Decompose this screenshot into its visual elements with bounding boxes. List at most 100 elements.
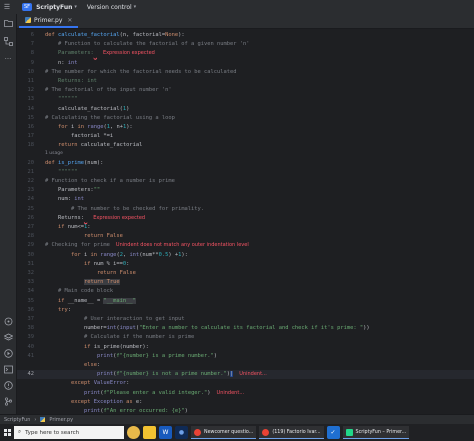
- structure-icon[interactable]: [3, 36, 13, 46]
- code-text[interactable]: # Function to calculate the factorial of…: [45, 40, 249, 49]
- zoom-icon[interactable]: ●: [175, 426, 188, 439]
- code-line[interactable]: 41 print(f"{number} is a prime number."): [17, 352, 474, 361]
- code-text[interactable]: num: int: [45, 195, 84, 204]
- run-icon[interactable]: [3, 348, 13, 358]
- code-text[interactable]: # The factorial of the input number 'n': [45, 86, 172, 95]
- start-button[interactable]: [0, 424, 14, 441]
- code-line[interactable]: 8 Parameters: Expression expected: [17, 49, 474, 58]
- code-text[interactable]: print(f"An error occurred: {e}"): [45, 407, 188, 414]
- code-line[interactable]: 17 factorial *=i: [17, 132, 474, 141]
- code-line[interactable]: print(f"Please enter a valid integer.") U…: [17, 389, 474, 398]
- code-line[interactable]: 31 if num % i==0:: [17, 260, 474, 269]
- code-line[interactable]: 6 def calculate_factorial(n, factorial=No…: [17, 31, 474, 40]
- code-text[interactable]: # Function to check if a number is prime: [45, 177, 175, 186]
- code-text[interactable]: except Exception as e:: [45, 398, 142, 407]
- code-text[interactable]: # User interaction to get input: [45, 315, 185, 324]
- code-text[interactable]: if num % i==0:: [45, 260, 129, 269]
- code-line[interactable]: 36 try:: [17, 306, 474, 315]
- code-text[interactable]: number=int(input("Enter a number to calc…: [45, 324, 370, 333]
- code-line[interactable]: 24 num: int: [17, 195, 474, 204]
- terminal-icon[interactable]: [3, 364, 13, 374]
- project-badge[interactable]: SF: [22, 3, 33, 11]
- code-line[interactable]: 21 """""": [17, 168, 474, 177]
- code-text[interactable]: n: int: [45, 59, 78, 68]
- taskbar-app-pycharm[interactable]: ScriptyFun – Primer...: [342, 426, 410, 439]
- taskbar-search[interactable]: ⌕ Type here to search: [14, 426, 124, 439]
- code-line[interactable]: 13 """""": [17, 95, 474, 104]
- code-text[interactable]: def is_prime(num):: [45, 159, 103, 168]
- code-line[interactable]: 33 return True: [17, 278, 474, 287]
- code-text[interactable]: Returns: Expression expected: [45, 214, 145, 223]
- code-text[interactable]: # The number to be checked for primality…: [45, 205, 204, 214]
- code-text[interactable]: if is_prime(number):: [45, 343, 149, 352]
- code-line[interactable]: 22 # Function to check if a number is pri…: [17, 177, 474, 186]
- code-text[interactable]: Returns: int: [45, 77, 97, 86]
- code-text[interactable]: calculate_factorial(1): [45, 105, 129, 114]
- weather-icon[interactable]: [127, 426, 140, 439]
- code-line[interactable]: 39 # Calculate if the number is prime: [17, 333, 474, 342]
- code-text[interactable]: print(f"{number} is a prime number."): [45, 352, 217, 361]
- code-text[interactable]: Parameters:"": [45, 186, 100, 195]
- code-text[interactable]: except ValueError:: [45, 379, 129, 388]
- code-text[interactable]: return calculate_factorial: [45, 141, 142, 150]
- code-editor[interactable]: 6 def calculate_factorial(n, factorial=No…: [17, 29, 474, 414]
- code-line[interactable]: 15 # Calculating the factorial using a lo…: [17, 114, 474, 123]
- close-icon[interactable]: ✕: [67, 17, 72, 24]
- code-line[interactable]: 25 # The number to be checked for primal…: [17, 205, 474, 214]
- code-text[interactable]: else:: [45, 361, 100, 370]
- problems-icon[interactable]: [3, 380, 13, 390]
- word-icon[interactable]: W: [159, 426, 172, 439]
- layers-icon[interactable]: [3, 332, 13, 342]
- code-line[interactable]: 42 print(f"{number} is not a prime numbe…: [17, 370, 474, 380]
- code-text[interactable]: return False: [45, 269, 136, 278]
- code-text[interactable]: """""": [45, 95, 77, 104]
- chevron-down-icon[interactable]: ▾: [134, 4, 137, 10]
- code-text[interactable]: return False: [45, 232, 123, 241]
- code-line[interactable]: 27 if num<=1:: [17, 223, 474, 232]
- code-text[interactable]: # Main code block: [45, 287, 113, 296]
- code-line[interactable]: 35 if __name__ = "__main__": [17, 297, 474, 306]
- code-text[interactable]: print(f"{number} is not a prime number."…: [45, 370, 267, 379]
- code-text[interactable]: for i in range(2, int(num**0.5) +1):: [45, 251, 188, 260]
- code-text[interactable]: for i in range(1, n+1):: [45, 123, 133, 132]
- version-control-icon[interactable]: [3, 396, 13, 406]
- tab-primer-py[interactable]: Primer.py ✕: [19, 14, 79, 28]
- code-text[interactable]: try:: [45, 306, 71, 315]
- python-packages-icon[interactable]: [3, 316, 13, 326]
- code-line[interactable]: 34 # Main code block: [17, 287, 474, 296]
- code-line[interactable]: 20 def is_prime(num):: [17, 159, 474, 168]
- code-text[interactable]: if num<=1:: [45, 223, 90, 232]
- code-line[interactable]: else:: [17, 361, 474, 370]
- more-tools-icon[interactable]: ···: [3, 54, 13, 64]
- todo-icon[interactable]: ✓: [326, 426, 340, 439]
- code-text[interactable]: print(f"Please enter a valid integer.") U…: [45, 389, 244, 398]
- taskbar-app-factorio[interactable]: (119) Factorio Ivar...: [259, 426, 324, 439]
- chevron-down-icon[interactable]: ▾: [74, 4, 77, 10]
- code-line[interactable]: except Exception as e:: [17, 398, 474, 407]
- code-text[interactable]: # Calculating the factorial using a loop: [45, 114, 175, 123]
- code-text[interactable]: if __name__ = "__main__": [45, 297, 136, 306]
- code-line[interactable]: 40 if is_prime(number):: [17, 343, 474, 352]
- code-text[interactable]: Parameters: Expression expected: [45, 49, 155, 58]
- code-line[interactable]: 16 for i in range(1, n+1):: [17, 123, 474, 132]
- code-text[interactable]: factorial *=i: [45, 132, 113, 141]
- code-text[interactable]: def calculate_factorial(n, factorial=Non…: [45, 31, 185, 40]
- code-line[interactable]: except ValueError:: [17, 379, 474, 388]
- code-text[interactable]: """""": [45, 168, 77, 177]
- code-line[interactable]: 23 Parameters:"": [17, 186, 474, 195]
- code-text[interactable]: # The number for which the factorial nee…: [45, 68, 236, 77]
- code-line[interactable]: 10 # The number for which the factorial n…: [17, 68, 474, 77]
- code-line[interactable]: 37 # User interaction to get input: [17, 315, 474, 324]
- code-line[interactable]: 30 for i in range(2, int(num**0.5) +1):: [17, 251, 474, 260]
- breadcrumb-file[interactable]: Primer.py: [49, 417, 73, 423]
- usage-inlay-hint[interactable]: 1 usage: [45, 151, 63, 156]
- code-line[interactable]: 26 Returns: Expression expected: [17, 214, 474, 223]
- code-line[interactable]: 14 calculate_factorial(1): [17, 105, 474, 114]
- version-control-dropdown[interactable]: Version control: [87, 4, 132, 11]
- project-folder-icon[interactable]: [3, 18, 13, 28]
- file-explorer-icon[interactable]: [143, 426, 156, 439]
- code-line[interactable]: 11 Returns: int: [17, 77, 474, 86]
- code-line[interactable]: 28 return False: [17, 232, 474, 241]
- code-line[interactable]: 18 return calculate_factorial: [17, 141, 474, 150]
- code-line[interactable]: 32 return False: [17, 269, 474, 278]
